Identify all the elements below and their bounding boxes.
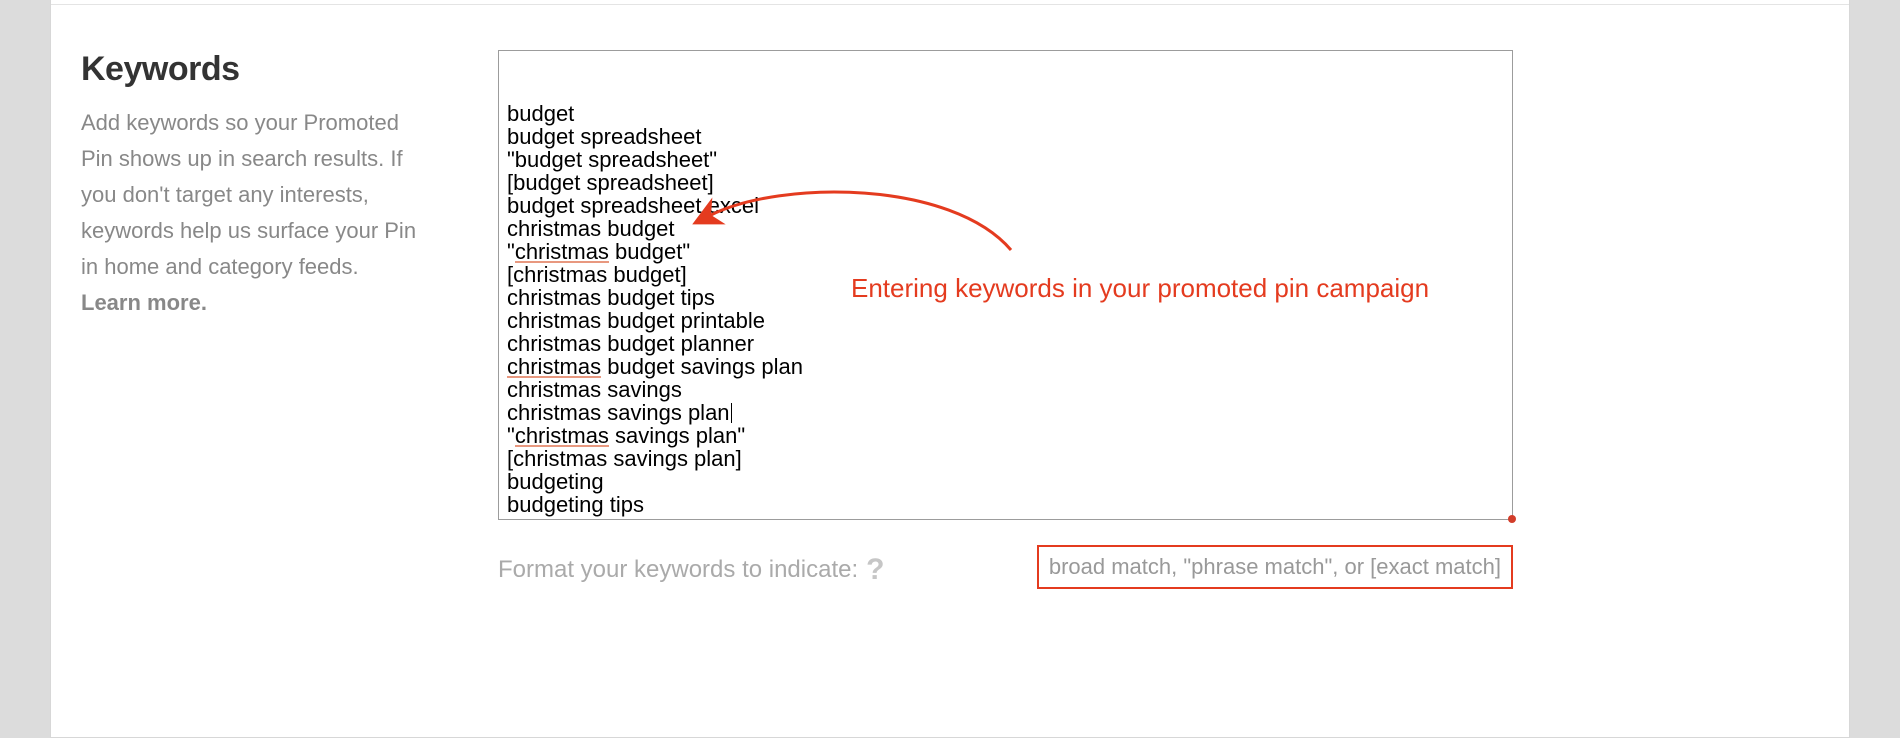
learn-more-link[interactable]: Learn more. <box>81 290 207 315</box>
format-hint-label: Format your keywords to indicate: <box>498 556 858 584</box>
keyword-line: budget <box>507 103 1504 126</box>
help-icon[interactable]: ? <box>866 558 884 582</box>
match-type-hint-text: broad match, "phrase match", or [exact m… <box>1049 554 1501 580</box>
keyword-line: christmas savings plan <box>507 402 1504 425</box>
keyword-line: christmas budget planner <box>507 333 1504 356</box>
keyword-line: "christmas budget" <box>507 241 1504 264</box>
keyword-line: budgeting <box>507 471 1504 494</box>
keyword-line: budgeting tips <box>507 494 1504 517</box>
spellcheck-underline: christmas <box>507 358 601 378</box>
keyword-line: christmas budget tips <box>507 287 1504 310</box>
keyword-line: christmas budget <box>507 218 1504 241</box>
keywords-heading: Keywords <box>81 50 421 89</box>
keywords-description: Add keywords so your Promoted Pin shows … <box>81 105 421 321</box>
keywords-textarea-wrap: budgetbudget spreadsheet"budget spreadsh… <box>498 50 1513 520</box>
keyword-line: budgeting worksheets <box>507 517 1504 520</box>
keyword-line: [christmas budget] <box>507 264 1504 287</box>
keyword-line: [christmas savings plan] <box>507 448 1504 471</box>
keyword-line: budget spreadsheet <box>507 126 1504 149</box>
keyword-line: [budget spreadsheet] <box>507 172 1504 195</box>
keyword-line: christmas savings <box>507 379 1504 402</box>
text-cursor <box>731 403 732 423</box>
keyword-line: budget spreadsheet excel <box>507 195 1504 218</box>
keyword-line: christmas budget printable <box>507 310 1504 333</box>
textarea-resize-handle[interactable] <box>1508 515 1516 523</box>
keyword-line: "christmas savings plan" <box>507 425 1504 448</box>
keywords-panel: Keywords Add keywords so your Promoted P… <box>50 0 1850 738</box>
keyword-line: "budget spreadsheet" <box>507 149 1504 172</box>
spellcheck-underline: christmas <box>515 243 609 263</box>
keywords-left-column: Keywords Add keywords so your Promoted P… <box>81 50 421 321</box>
keywords-textarea[interactable]: budgetbudget spreadsheet"budget spreadsh… <box>498 50 1513 520</box>
keywords-description-text: Add keywords so your Promoted Pin shows … <box>81 110 416 279</box>
spellcheck-underline: christmas <box>515 427 609 447</box>
panel-top-divider <box>51 4 1849 5</box>
match-type-hint-box: broad match, "phrase match", or [exact m… <box>1037 545 1513 589</box>
keyword-line: christmas budget savings plan <box>507 356 1504 379</box>
format-hint-row: Format your keywords to indicate: ? broa… <box>498 545 1513 595</box>
